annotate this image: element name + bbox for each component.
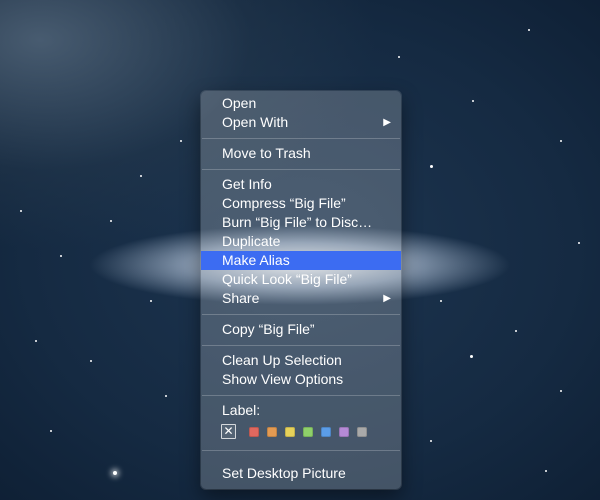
label-orange-swatch[interactable]: [267, 427, 277, 437]
label-purple-swatch[interactable]: [339, 427, 349, 437]
label-gray-swatch[interactable]: [357, 427, 367, 437]
menu-item-share[interactable]: Share ▶: [201, 289, 401, 308]
star: [472, 100, 474, 102]
menu-item-open-with[interactable]: Open With ▶: [201, 113, 401, 132]
menu-item-set-desktop-picture[interactable]: Set Desktop Picture: [201, 464, 401, 483]
submenu-arrow-icon: ▶: [383, 117, 391, 128]
menu-separator: [201, 132, 401, 144]
menu-item-label: Burn “Big File” to Disc…: [222, 214, 373, 230]
menu-item-label: Copy “Big File”: [222, 321, 315, 337]
menu-separator: [201, 308, 401, 320]
menu-item-quick-look[interactable]: Quick Look “Big File”: [201, 270, 401, 289]
star: [150, 300, 152, 302]
menu-item-clean-up-selection[interactable]: Clean Up Selection: [201, 351, 401, 370]
context-menu: Open Open With ▶ Move to Trash Get Info …: [201, 91, 401, 489]
menu-item-label: Compress “Big File”: [222, 195, 346, 211]
label-red-swatch[interactable]: [249, 427, 259, 437]
menu-item-open[interactable]: Open: [201, 94, 401, 113]
menu-item-label: Get Info: [222, 176, 272, 192]
star: [60, 255, 62, 257]
star: [90, 360, 92, 362]
star: [140, 175, 142, 177]
menu-item-label: Duplicate: [222, 233, 281, 249]
star: [110, 220, 112, 222]
menu-item-label: Show View Options: [222, 371, 344, 387]
menu-item-make-alias[interactable]: Make Alias: [201, 251, 401, 270]
label-color-picker: ✕: [201, 420, 401, 444]
label-yellow-swatch[interactable]: [285, 427, 295, 437]
label-green-swatch[interactable]: [303, 427, 313, 437]
menu-item-label: Open: [222, 95, 257, 111]
star: [35, 340, 37, 342]
submenu-arrow-icon: ▶: [383, 293, 391, 304]
star: [560, 390, 562, 392]
menu-item-burn[interactable]: Burn “Big File” to Disc…: [201, 213, 401, 232]
menu-item-label: Set Desktop Picture: [222, 465, 346, 481]
menu-item-label: Make Alias: [222, 252, 290, 268]
menu-item-copy[interactable]: Copy “Big File”: [201, 320, 401, 339]
menu-item-show-view-options[interactable]: Show View Options: [201, 370, 401, 389]
label-heading: Label:: [222, 402, 261, 418]
star: [578, 242, 580, 244]
star: [528, 29, 530, 31]
star: [545, 470, 547, 472]
menu-item-move-to-trash[interactable]: Move to Trash: [201, 144, 401, 163]
label-blue-swatch[interactable]: [321, 427, 331, 437]
star: [470, 355, 473, 358]
bright-star: [113, 471, 117, 475]
star: [20, 210, 22, 212]
menu-item-label: Quick Look “Big File”: [222, 271, 352, 287]
menu-item-label: Move to Trash: [222, 145, 311, 161]
menu-item-compress[interactable]: Compress “Big File”: [201, 194, 401, 213]
menu-item-label: Share: [222, 290, 260, 306]
menu-separator: [201, 339, 401, 351]
menu-separator: [201, 444, 401, 464]
menu-item-label: Clean Up Selection: [222, 352, 342, 368]
menu-item-label: Open With: [222, 114, 289, 130]
star: [430, 440, 432, 442]
star: [560, 140, 562, 142]
menu-separator: [201, 389, 401, 401]
star: [515, 330, 517, 332]
menu-item-get-info[interactable]: Get Info: [201, 175, 401, 194]
star: [440, 300, 442, 302]
star: [180, 140, 182, 142]
menu-separator: [201, 163, 401, 175]
star: [50, 430, 52, 432]
label-none-swatch[interactable]: ✕: [221, 424, 236, 439]
star: [165, 395, 167, 397]
star: [430, 165, 433, 168]
desktop-background[interactable]: Open Open With ▶ Move to Trash Get Info …: [0, 0, 600, 500]
star: [398, 56, 400, 58]
menu-item-duplicate[interactable]: Duplicate: [201, 232, 401, 251]
